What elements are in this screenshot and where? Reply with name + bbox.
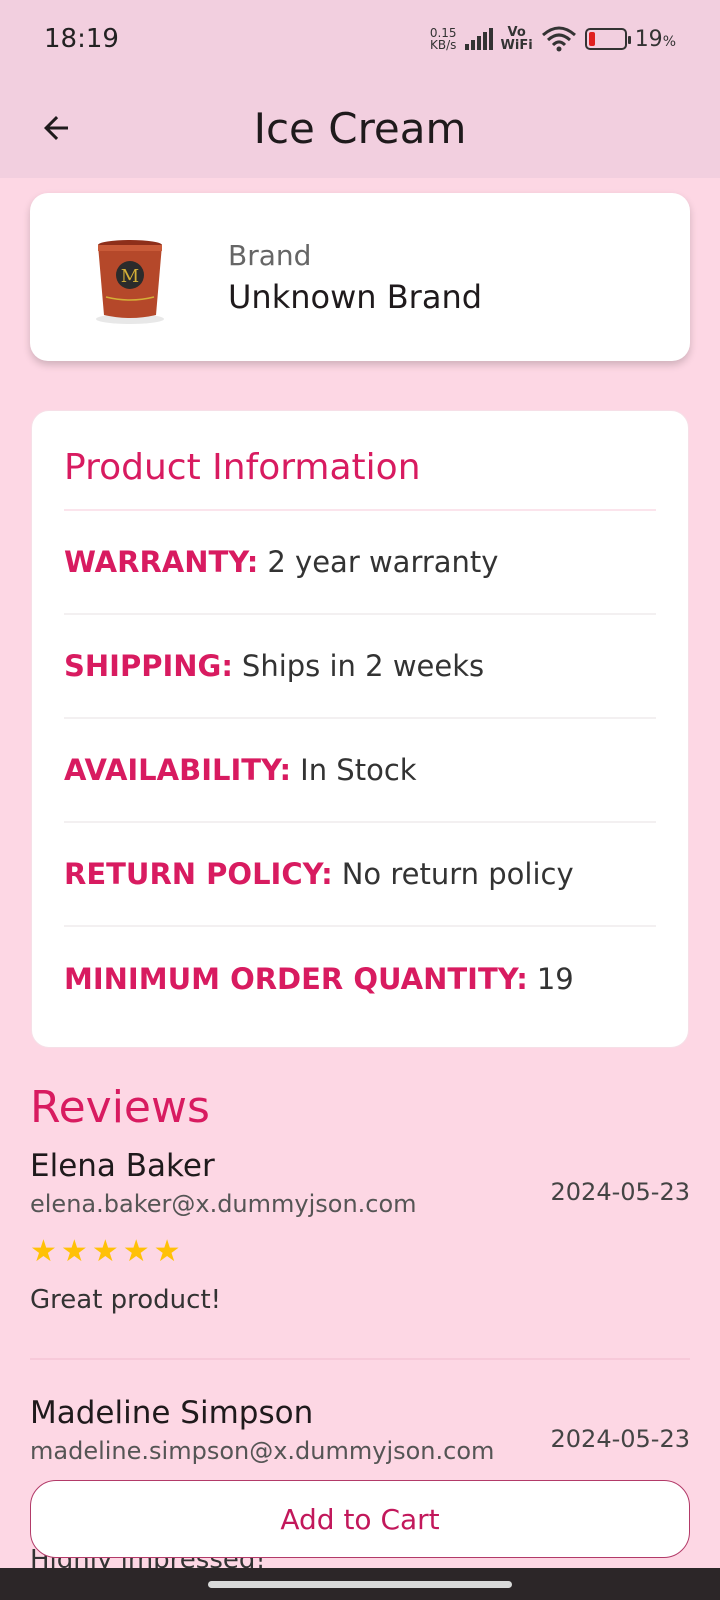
home-gesture-handle[interactable] [208,1581,512,1588]
review-item: Elena Baker elena.baker@x.dummyjson.com … [30,1148,690,1315]
info-row-availability: AVAILABILITY: In Stock [64,719,656,823]
status-icons: 0.15 KB/s Vo WiFi 19% [430,25,676,53]
info-key: AVAILABILITY: [64,753,292,787]
product-info-title: Product Information [64,411,656,511]
review-date: 2024-05-23 [550,1178,690,1206]
info-value: 2 year warranty [267,545,499,579]
battery-percent: 19% [634,26,676,52]
svg-text:M: M [121,266,139,287]
info-row-min-order: MINIMUM ORDER QUANTITY: 19 [64,927,656,1031]
info-row-return-policy: RETURN POLICY: No return policy [64,823,656,927]
brand-card: M Brand Unknown Brand [30,193,690,361]
app-bar: Ice Cream [0,78,720,178]
info-key: WARRANTY: [64,545,259,579]
star-icon: ★ [60,1234,88,1269]
add-to-cart-button[interactable]: Add to Cart [30,1480,690,1558]
info-row-shipping: SHIPPING: Ships in 2 weeks [64,615,656,719]
info-key: RETURN POLICY: [64,857,333,891]
battery-fill [588,32,596,46]
wifi-icon [541,26,576,52]
star-rating: ★ ★ ★ ★ ★ [30,1234,690,1269]
info-value: In Stock [300,753,417,787]
status-bar: 18:19 0.15 KB/s Vo WiFi 19% [0,0,720,78]
info-row-warranty: WARRANTY: 2 year warranty [64,511,656,615]
ice-cream-tub-icon: M [96,240,164,324]
divider [30,1358,690,1360]
info-value: Ships in 2 weeks [241,649,485,683]
brand-info: Brand Unknown Brand [228,239,482,316]
star-icon: ★ [153,1234,181,1269]
product-image: M [80,227,180,327]
arrow-left-icon [44,116,68,140]
brand-value: Unknown Brand [228,277,483,316]
vowifi-indicator: Vo WiFi [500,25,533,53]
network-speed: 0.15 KB/s [429,26,457,52]
star-icon: ★ [91,1234,119,1269]
info-value: No return policy [341,857,574,891]
back-button[interactable] [32,104,80,152]
star-icon: ★ [122,1234,150,1269]
reviews-title: Reviews [30,1082,210,1133]
info-key: MINIMUM ORDER QUANTITY: [64,962,528,996]
info-key: SHIPPING: [64,649,233,683]
status-time: 18:19 [44,24,119,54]
signal-icon [464,28,493,50]
product-info-card: Product Information WARRANTY: 2 year war… [31,410,689,1048]
review-item: Madeline Simpson madeline.simpson@x.dumm… [30,1395,690,1465]
battery-icon [584,28,631,50]
review-comment: Great product! [30,1285,222,1315]
page-title: Ice Cream [253,103,467,153]
system-nav-bar [0,1568,720,1600]
review-date: 2024-05-23 [550,1425,690,1453]
star-icon: ★ [30,1234,57,1269]
info-value: 19 [536,962,574,996]
brand-label: Brand [228,238,312,272]
